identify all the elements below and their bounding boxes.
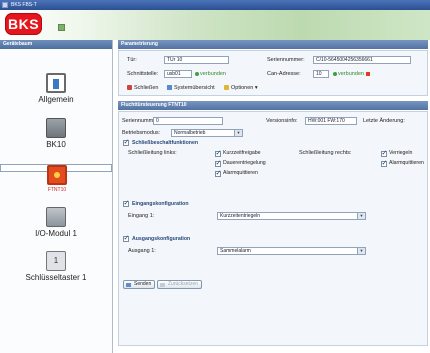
close-icon [127,84,132,90]
alarm-left-label: Alarmquittieren [223,170,258,176]
send-icon [126,282,131,287]
eingang-header: Eingangskonfiguration [132,200,189,207]
connected-dot-icon [195,71,199,76]
io-module-icon [46,207,66,227]
options-menu-button[interactable]: Optionen ▾ [224,84,258,92]
general-settings-icon [46,73,66,93]
chevron-down-icon: ▼ [357,213,365,219]
options-button-label: Optionen [231,85,254,91]
ausgang-header: Ausgangskonfiguration [132,235,191,242]
can-address-label: Can-Adresse: [267,71,301,77]
overview-icon [167,84,172,90]
output1-value: Sammelalarm [220,248,251,254]
can-status: verbunden [333,71,370,78]
overview-button-label: Systemübersicht [174,85,215,91]
ftnt10-device-icon [47,165,67,185]
device-label: I/O-Modul 1 [35,229,77,238]
operating-mode-label: Betriebsmodus: [122,130,161,136]
interface-status-text: verbunden [200,71,226,77]
schliess-header: Schließbeschaltfunktionen [132,139,199,146]
interface-status: verbunden [195,71,226,78]
device-tree-header: Gerätebaum [0,40,112,49]
version-field: HW:001 FW:170 [305,117,357,125]
reset-button[interactable]: Zurücksetzen [157,280,203,289]
close-button-label: Schließen [134,85,159,91]
parameter-panel: Parametrierung Tür: TÜr 10 Seriennummer:… [113,40,430,353]
verriegeln-checkbox[interactable] [381,149,387,157]
alarm-left-checkbox[interactable] [215,169,221,177]
section-header-fluchttuer: Fluchttürsteuerung FTNT10 [118,101,428,110]
door-info-box: Tür: TÜr 10 Seriennummer: C/10-564500425… [118,50,428,96]
send-button-label: Senden [134,281,152,287]
connected-dot-icon [333,71,337,76]
device-tree-panel: Gerätebaum Allgemein BK10 FTNT10 I/O-Mod… [0,40,113,353]
device-label: FTNT10 [47,187,67,193]
device-label: BK10 [46,140,66,149]
reset-button-label: Zurücksetzen [168,281,199,287]
input1-label: Eingang 1: [128,213,155,219]
status-indicator-icon [58,24,65,31]
device-item-schluesseltaster[interactable]: Schlüsseltaster 1 [0,251,112,282]
device-label: Allgemein [38,95,74,104]
operating-mode-select[interactable]: Normalbetrieb ▼ [171,129,243,137]
input1-select[interactable]: Kurzzeitentriegeln ▼ [217,212,366,220]
chevron-down-icon: ▼ [234,130,242,136]
window-title: BKS FBS-T [11,2,37,8]
left-line-label: Schließleitung links: [128,150,177,156]
bks-logo: BKS [5,13,42,35]
device-item-bk10[interactable]: BK10 [0,118,112,149]
device-item-ftnt10[interactable]: FTNT10 [0,164,112,193]
ausgang-enable-checkbox[interactable] [123,234,129,242]
serial-label: Seriennummer: [267,57,305,63]
close-button[interactable]: Schließen [127,84,158,92]
alarm-right-checkbox[interactable] [381,159,387,167]
system-overview-button[interactable]: Systemübersicht [167,84,215,92]
interface-field: usb01 [164,70,192,78]
door-label: Tür: [127,57,137,63]
kurzzeit-label: Kurzzeitfreigabe [223,150,261,156]
send-button[interactable]: Senden [123,280,156,289]
alarm-right-label: Alarmquittieren [389,160,424,166]
ftnt-settings-box: Seriennummer: 0 Versionsinfo: HW:001 FW:… [118,111,428,346]
verriegeln-label: Verriegeln [389,150,413,156]
output1-select[interactable]: Sammelalarm ▼ [217,247,366,255]
app-window-icon [2,2,8,8]
dauer-checkbox[interactable] [215,159,221,167]
kurzzeit-checkbox[interactable] [215,149,221,157]
device-item-io-modul[interactable]: I/O-Modul 1 [0,207,112,238]
operating-mode-value: Normalbetrieb [174,130,206,136]
bk10-device-icon [46,118,66,138]
dauer-label: Dauerentriegelung [223,160,266,166]
flag-icon [366,71,370,76]
can-address-field[interactable]: 10 [313,70,329,78]
eingang-enable-checkbox[interactable] [123,199,129,207]
version-label: Versionsinfo: [266,118,298,124]
device-item-allgemein[interactable]: Allgemein [0,73,112,104]
input1-value: Kurzzeitentriegeln [220,213,261,219]
right-line-label: Schließleitung rechts: [299,150,352,156]
chevron-down-icon: ▼ [357,248,365,254]
options-icon [224,84,229,90]
reset-icon [160,282,165,287]
can-status-text: verbunden [338,71,364,77]
title-bar: BKS FBS-T [0,0,430,10]
schliess-enable-checkbox[interactable] [123,138,129,146]
output1-label: Ausgang 1: [128,248,156,254]
door-name-field[interactable]: TÜr 10 [164,56,229,64]
header-banner [0,10,430,40]
ftnt-serial-field: 0 [153,117,223,125]
last-change-label: Letzte Änderung: [363,118,405,124]
section-header-parametrierung: Parametrierung [118,40,428,49]
serial-field: C/10-5645004256356661 [313,56,411,64]
key-switch-icon [46,251,66,271]
device-label: Schlüsseltaster 1 [25,273,87,282]
interface-label: Schnittstelle: [127,71,159,77]
